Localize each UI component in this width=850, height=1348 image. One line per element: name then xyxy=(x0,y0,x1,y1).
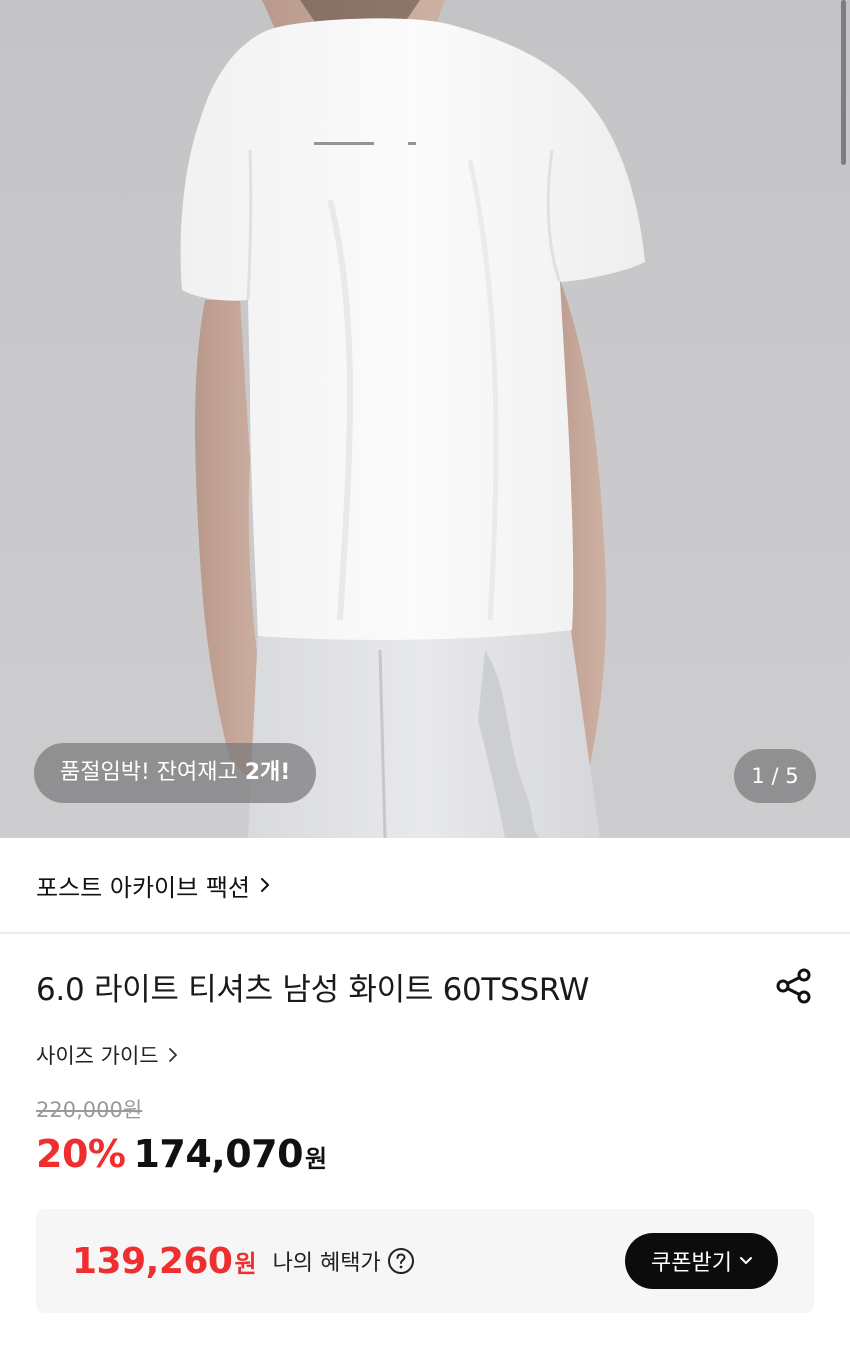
benefit-price-box: 139,260 원 나의 혜택가 쿠폰받기 xyxy=(36,1209,814,1313)
price-row: 20% 174,070 원 xyxy=(36,1132,327,1182)
low-stock-count: 2개! xyxy=(244,760,291,785)
chevron-right-icon xyxy=(168,1048,177,1062)
benefit-label: 나의 혜택가 xyxy=(272,1251,381,1276)
get-coupon-label: 쿠폰받기 xyxy=(651,1251,732,1276)
scrollbar[interactable] xyxy=(841,0,846,165)
share-button[interactable] xyxy=(774,966,814,1006)
low-stock-badge: 품절임박! 잔여재고 2개! xyxy=(34,743,317,803)
benefit-price: 139,260 xyxy=(72,1240,233,1282)
get-coupon-button[interactable]: 쿠폰받기 xyxy=(625,1233,778,1289)
sale-price: 174,070 xyxy=(133,1132,304,1176)
chevron-right-icon xyxy=(260,878,269,892)
size-guide-label: 사이즈 가이드 xyxy=(36,1044,159,1068)
sale-price-currency: 원 xyxy=(305,1145,328,1173)
brand-link[interactable]: 포스트 아카이브 팩션 xyxy=(0,838,850,934)
product-image-carousel[interactable]: 품절임박! 잔여재고 2개! 1 / 5 xyxy=(0,0,850,838)
discount-rate: 20% xyxy=(36,1132,126,1176)
original-price: 220,000원 xyxy=(36,1098,143,1122)
image-counter: 1 / 5 xyxy=(734,749,816,803)
product-title: 6.0 라이트 티셔츠 남성 화이트 60TSSRW xyxy=(36,971,590,1008)
share-icon xyxy=(776,968,811,1004)
product-title-row: 6.0 라이트 티셔츠 남성 화이트 60TSSRW xyxy=(36,962,814,1010)
brand-name: 포스트 아카이브 팩션 xyxy=(36,873,250,902)
size-guide-link[interactable]: 사이즈 가이드 xyxy=(36,1038,179,1072)
question-circle-icon[interactable] xyxy=(387,1247,415,1275)
chevron-down-icon xyxy=(740,1257,752,1264)
low-stock-text: 품절임박! 잔여재고 xyxy=(60,760,245,785)
product-photo xyxy=(180,0,646,838)
benefit-price-currency: 원 xyxy=(234,1249,257,1278)
